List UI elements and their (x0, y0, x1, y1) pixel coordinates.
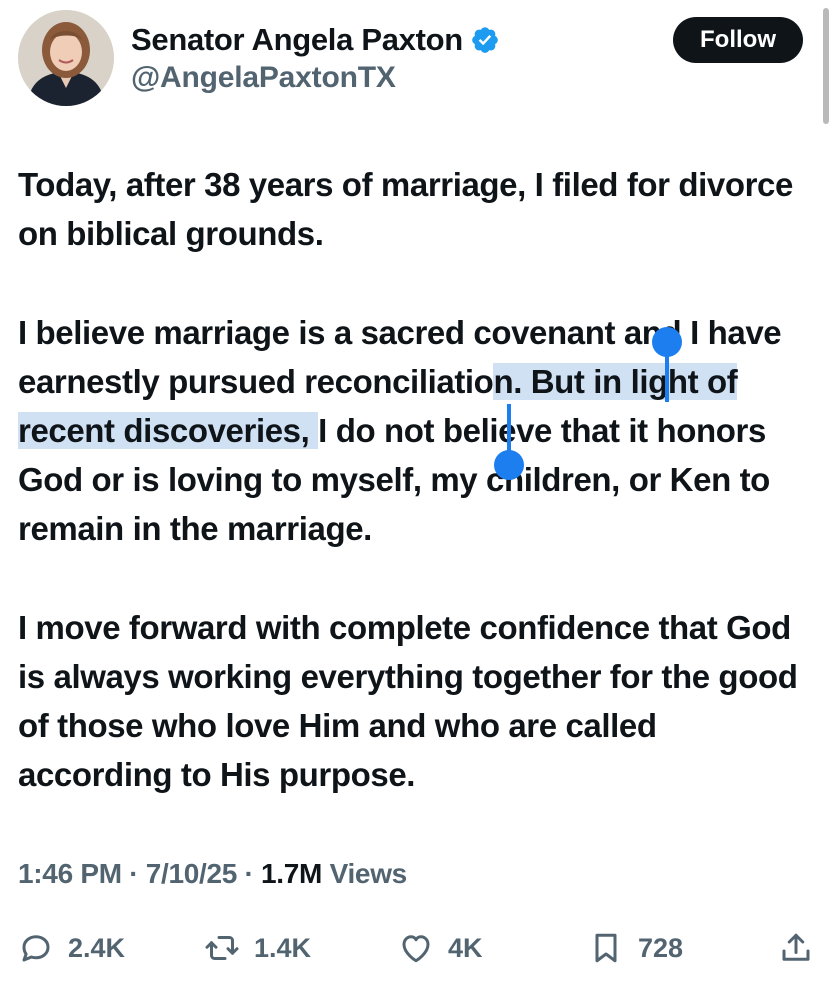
share-icon (782, 933, 810, 961)
tweet-paragraph-3: I move forward with complete confidence … (18, 608, 798, 794)
follow-button[interactable]: Follow (673, 17, 803, 63)
heart-icon (402, 935, 430, 963)
tweet-paragraph-2: I believe marriage is a sacred covenant … (18, 308, 818, 554)
tweet-header: Senator Angela Paxton @AngelaPaxtonTX Fo… (18, 10, 818, 110)
tweet-text[interactable]: Today, after 38 years of marriage, I fil… (18, 160, 818, 800)
avatar[interactable] (18, 10, 114, 106)
author-info: Senator Angela Paxton @AngelaPaxtonTX (131, 22, 500, 95)
bookmark-count: 728 (638, 932, 684, 963)
meta-separator: · (237, 858, 262, 889)
display-name[interactable]: Senator Angela Paxton (131, 22, 463, 58)
like-button[interactable]: 4K (398, 926, 483, 970)
meta-separator: · (121, 858, 146, 889)
tweet-meta: 1:46 PM · 7/10/25 · 1.7M Views (18, 858, 407, 890)
like-count: 4K (448, 932, 483, 963)
bookmark-button[interactable]: 728 (588, 926, 683, 970)
verified-badge-icon[interactable] (470, 25, 500, 55)
bookmark-icon (595, 933, 617, 963)
tweet-time[interactable]: 1:46 PM (18, 858, 122, 889)
display-name-row: Senator Angela Paxton (131, 22, 500, 58)
reply-button[interactable]: 2.4K (18, 926, 125, 970)
reply-icon (22, 935, 50, 962)
selection-start-knob[interactable] (652, 327, 682, 357)
repost-count: 1.4K (254, 932, 312, 963)
views-count[interactable]: 1.7M (261, 858, 322, 889)
repost-button[interactable]: 1.4K (204, 926, 311, 970)
share-button[interactable] (778, 926, 814, 970)
tweet-actions: 2.4K 1.4K 4K 728 (18, 926, 818, 970)
repost-icon (205, 936, 239, 960)
tweet-date[interactable]: 7/10/25 (146, 858, 238, 889)
tweet-paragraph-1: Today, after 38 years of marriage, I fil… (18, 166, 793, 253)
handle[interactable]: @AngelaPaxtonTX (131, 61, 500, 95)
selection-end-knob[interactable] (494, 450, 524, 480)
views-label: Views (322, 858, 408, 889)
reply-count: 2.4K (68, 932, 126, 963)
scrollbar[interactable] (823, 8, 829, 124)
